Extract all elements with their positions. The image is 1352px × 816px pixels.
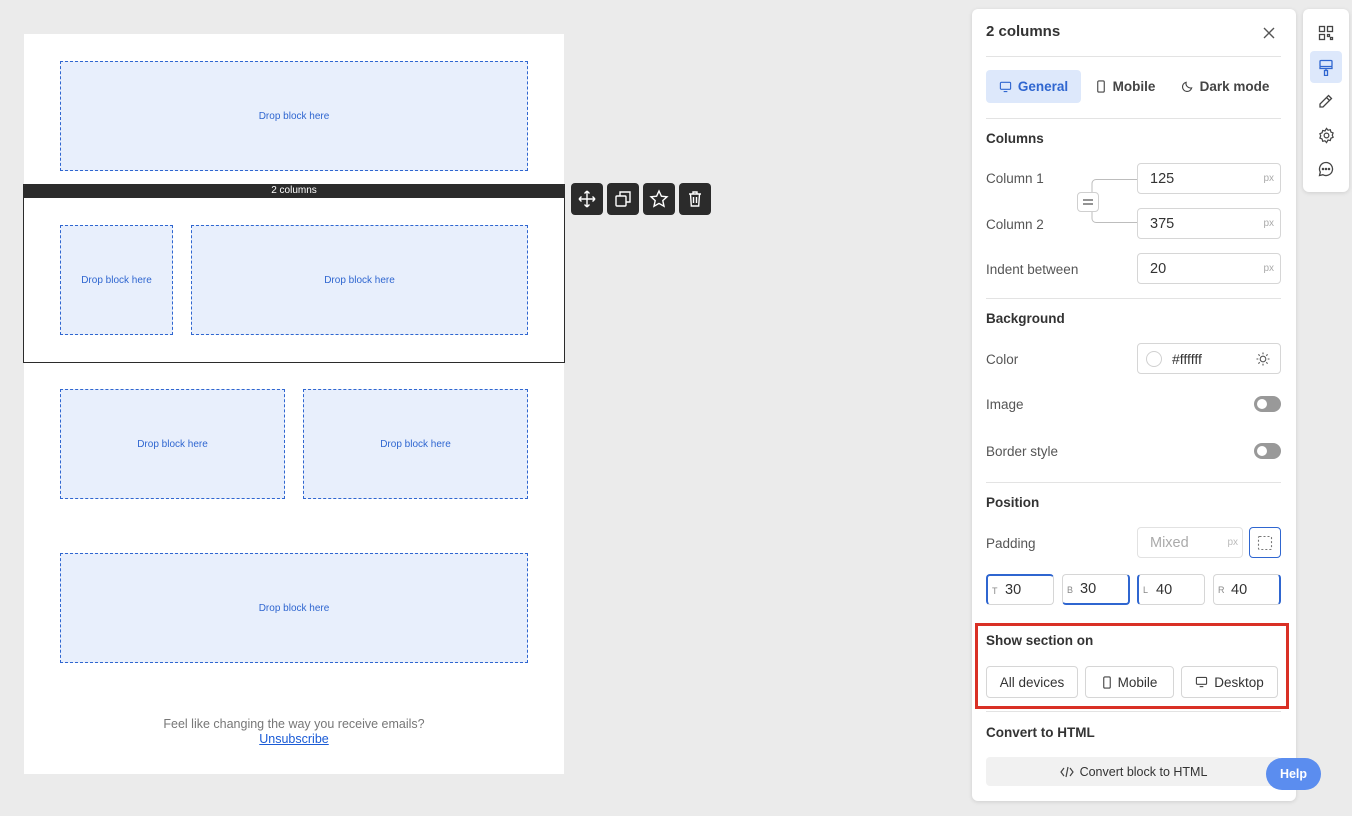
divider: [986, 711, 1281, 712]
close-icon[interactable]: [1261, 25, 1277, 41]
footer-text: Feel like changing the way you receive e…: [163, 717, 425, 731]
tab-dark-mode[interactable]: Dark mode: [1169, 70, 1281, 103]
convert-section-title: Convert to HTML: [986, 725, 1095, 740]
trash-icon: [689, 191, 701, 207]
drop-zone[interactable]: Drop block here: [60, 553, 528, 663]
star-icon: [649, 189, 669, 208]
tab-general[interactable]: General: [986, 70, 1081, 103]
gear-icon: [1318, 126, 1334, 144]
indent-input[interactable]: 20 px: [1137, 253, 1281, 284]
padding-label: Padding: [986, 536, 1036, 551]
tab-mobile[interactable]: Mobile: [1081, 70, 1169, 103]
padding-bottom-input[interactable]: B 30: [1062, 574, 1130, 605]
color-picker-input[interactable]: #ffffff: [1137, 343, 1281, 374]
copy-icon: [615, 191, 631, 207]
help-button[interactable]: Help: [1266, 758, 1321, 790]
padding-top-input[interactable]: T 30: [986, 574, 1054, 605]
paint-roller-icon: [1319, 59, 1333, 76]
mobile-only-button[interactable]: Mobile: [1085, 666, 1174, 698]
all-devices-button[interactable]: All devices: [986, 666, 1078, 698]
padding-left-input[interactable]: L 40: [1137, 574, 1205, 605]
image-toggle[interactable]: [1254, 396, 1281, 412]
blocks-button[interactable]: [1310, 17, 1342, 49]
sun-icon[interactable]: [1256, 352, 1270, 366]
border-style-toggle[interactable]: [1254, 443, 1281, 459]
blocks-icon: [1318, 25, 1334, 41]
code-icon: [1059, 766, 1074, 777]
position-section-title: Position: [986, 495, 1040, 510]
move-icon: [578, 190, 596, 208]
mobile-icon: [1096, 80, 1105, 93]
unsubscribe-link[interactable]: Unsubscribe: [24, 732, 564, 746]
padding-right-input[interactable]: R 40: [1213, 574, 1281, 605]
drop-zone[interactable]: Drop block here: [60, 61, 528, 171]
link-columns-toggle[interactable]: [1077, 192, 1099, 212]
indent-label: Indent between: [986, 262, 1079, 277]
drop-zone[interactable]: Drop block here: [60, 225, 173, 335]
desktop-only-button[interactable]: Desktop: [1181, 666, 1278, 698]
divider: [986, 56, 1281, 57]
padding-individual-toggle[interactable]: [1249, 527, 1281, 558]
dashed-square-icon: [1257, 535, 1273, 550]
drop-zone[interactable]: Drop block here: [60, 389, 285, 499]
settings-panel: 2 columns General Mobile Dark mode Colum…: [972, 9, 1296, 801]
block-toolbar: [571, 183, 711, 215]
pencil-icon: [1319, 94, 1333, 108]
chat-icon: [1318, 161, 1334, 177]
panel-title: 2 columns: [986, 23, 1061, 40]
panel-tabs: General Mobile Dark mode: [986, 70, 1281, 103]
selected-block-label: 2 columns: [23, 184, 565, 198]
color-swatch[interactable]: [1146, 351, 1162, 367]
show-section-title: Show section on: [986, 633, 1094, 648]
column-1-width-input[interactable]: 125 px: [1137, 163, 1281, 194]
edit-button[interactable]: [1310, 85, 1342, 117]
delete-button[interactable]: [679, 183, 711, 215]
equals-icon: [1083, 199, 1093, 205]
image-label: Image: [986, 397, 1024, 412]
move-button[interactable]: [571, 183, 603, 215]
background-section-title: Background: [986, 311, 1065, 326]
settings-button[interactable]: [1310, 119, 1342, 151]
mobile-icon: [1102, 675, 1111, 689]
column-2-width-input[interactable]: 375 px: [1137, 208, 1281, 239]
moon-icon: [1181, 81, 1193, 93]
border-style-label: Border style: [986, 444, 1059, 459]
divider: [986, 298, 1281, 299]
column-2-label: Column 2: [986, 217, 1044, 232]
comments-button[interactable]: [1310, 153, 1342, 185]
convert-to-html-button[interactable]: Convert block to HTML: [986, 757, 1281, 786]
divider: [986, 482, 1281, 483]
columns-section-title: Columns: [986, 131, 1044, 146]
styles-button[interactable]: [1310, 51, 1342, 83]
duplicate-button[interactable]: [607, 183, 639, 215]
desktop-icon: [999, 81, 1012, 93]
drop-zone[interactable]: Drop block here: [191, 225, 528, 335]
email-canvas: Drop block here 2 columns Drop block her…: [23, 34, 565, 774]
divider: [986, 118, 1281, 119]
drop-zone[interactable]: Drop block here: [303, 389, 528, 499]
column-1-label: Column 1: [986, 171, 1044, 186]
padding-all-input[interactable]: Mixed px: [1137, 527, 1243, 558]
favorite-button[interactable]: [643, 183, 675, 215]
color-label: Color: [986, 352, 1019, 367]
side-toolbar: [1303, 9, 1349, 192]
desktop-icon: [1196, 676, 1208, 688]
